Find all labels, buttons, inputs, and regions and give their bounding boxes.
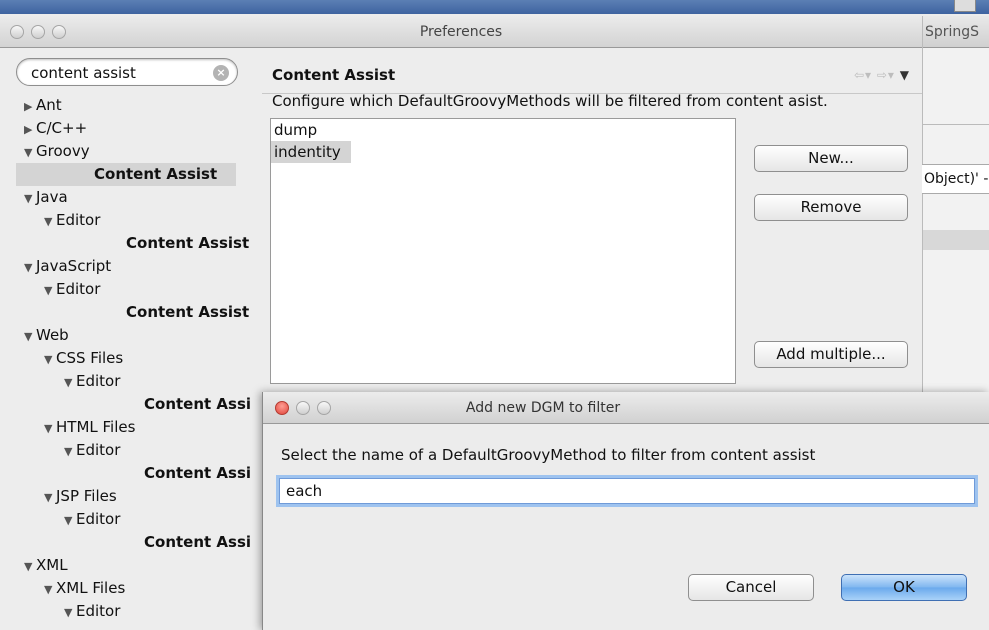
tree-item-label: Content Assist	[126, 234, 250, 252]
tree-item[interactable]: ▼ Editor	[64, 508, 120, 531]
tree-item[interactable]: ▶ C/C++	[24, 117, 87, 140]
view-menu-icon[interactable]: ▼	[900, 68, 910, 82]
tree-item[interactable]: ▼ Editor	[44, 209, 100, 232]
list-item[interactable]: indentity	[271, 141, 351, 163]
menu-extra-icon	[954, 0, 976, 12]
background-divider	[923, 124, 989, 125]
tree-item[interactable]: ▼ Editor	[44, 278, 100, 301]
expanded-arrow-icon[interactable]: ▼	[44, 579, 56, 601]
new-button[interactable]: New...	[754, 145, 908, 172]
clear-search-icon[interactable]: ×	[213, 65, 229, 81]
expanded-arrow-icon[interactable]: ▼	[44, 211, 56, 233]
tree-item-label: Editor	[56, 280, 101, 298]
expanded-arrow-icon[interactable]: ▼	[64, 510, 76, 532]
expanded-arrow-icon[interactable]: ▼	[44, 280, 56, 302]
collapsed-arrow-icon[interactable]: ▶	[24, 96, 36, 118]
tree-item-label: JavaScript	[36, 257, 112, 275]
tree-item[interactable]: ▼ Web	[24, 324, 69, 347]
tree-item-label: JSP Files	[56, 487, 117, 505]
background-text-field: Object)' -	[917, 164, 989, 194]
expanded-arrow-icon[interactable]: ▼	[24, 257, 36, 279]
tree-item[interactable]: ▼ JavaScript	[24, 255, 111, 278]
preferences-titlebar: Preferences	[0, 16, 922, 48]
page-header: Content Assist ⇦▾ ⇨▾ ▼	[262, 56, 922, 94]
tree-item-label: Content Assist	[126, 303, 250, 321]
expanded-arrow-icon[interactable]: ▼	[24, 188, 36, 210]
background-selected-row	[923, 230, 989, 250]
dgm-name-input[interactable]: each	[279, 478, 975, 504]
expanded-arrow-icon[interactable]: ▼	[64, 602, 76, 624]
add-multiple-button[interactable]: Add multiple...	[754, 341, 908, 368]
tree-item-label: XML Files	[56, 579, 126, 597]
filter-text: content assist	[31, 64, 136, 82]
window-title: Preferences	[419, 24, 503, 40]
preferences-tree: ▶ Ant ▶ C/C++ ▼ Groovy Content Assist ▼ Java ▼ Edi…	[0, 94, 250, 630]
tree-item-label: Editor	[76, 372, 121, 390]
back-arrow-icon[interactable]: ⇦▾	[854, 68, 872, 82]
dialog-title: Add new DGM to filter	[465, 400, 621, 416]
tree-item-label: Editor	[56, 211, 101, 229]
tree-item-label: HTML Files	[56, 418, 136, 436]
expanded-arrow-icon[interactable]: ▼	[24, 556, 36, 578]
tree-item-label: XML	[36, 556, 68, 574]
tree-item[interactable]: ▼ XML Files	[44, 577, 125, 600]
page-description: Configure which DefaultGroovyMethods wil…	[272, 92, 828, 110]
dialog-titlebar: Add new DGM to filter	[263, 392, 989, 424]
add-dgm-dialog: Add new DGM to filter Select the name of…	[262, 392, 989, 630]
tree-item[interactable]: ▼ XML	[24, 554, 68, 577]
tree-item[interactable]: Content Assist	[126, 301, 249, 324]
tree-item-label: Ant	[36, 96, 62, 114]
collapsed-arrow-icon[interactable]: ▶	[24, 119, 36, 141]
desktop-top-strip	[0, 0, 989, 14]
expanded-arrow-icon[interactable]: ▼	[24, 326, 36, 348]
expanded-arrow-icon[interactable]: ▼	[64, 372, 76, 394]
tree-item-label: Editor	[76, 441, 121, 459]
expanded-arrow-icon[interactable]: ▼	[24, 142, 36, 164]
page-navigation: ⇦▾ ⇨▾ ▼	[854, 68, 910, 82]
tree-item[interactable]: Content Assist	[16, 163, 236, 186]
forward-arrow-icon[interactable]: ⇨▾	[877, 68, 895, 82]
tree-item-label: Content Assist	[144, 533, 250, 551]
expanded-arrow-icon[interactable]: ▼	[64, 441, 76, 463]
tree-item[interactable]: ▼ HTML Files	[44, 416, 135, 439]
ok-button[interactable]: OK	[841, 574, 967, 601]
tree-item-label: Content Assist	[144, 464, 250, 482]
tree-item[interactable]: Content Assist	[144, 531, 250, 554]
tree-item[interactable]: Content Assist	[144, 393, 250, 416]
tree-item[interactable]: Content Assist	[144, 462, 250, 485]
tree-item[interactable]: ▼ Editor	[64, 439, 120, 462]
tree-item[interactable]: Content Assist	[126, 232, 249, 255]
tree-item-label: CSS Files	[56, 349, 124, 367]
tree-item-label: Groovy	[36, 142, 90, 160]
list-item[interactable]: dump	[271, 119, 735, 141]
tree-item[interactable]: ▼ JSP Files	[44, 485, 117, 508]
background-window-title: SpringS	[923, 16, 989, 48]
tree-item-label: Web	[36, 326, 69, 344]
tree-item[interactable]: ▶ Ant	[24, 94, 62, 117]
tree-item[interactable]: ▼ Groovy	[24, 140, 90, 163]
tree-item-label: Java	[36, 188, 68, 206]
expanded-arrow-icon[interactable]: ▼	[44, 349, 56, 371]
tree-item-label: Editor	[76, 602, 121, 620]
tree-item[interactable]: ▼ Editor	[64, 370, 120, 393]
remove-button[interactable]: Remove	[754, 194, 908, 221]
dgm-filter-list[interactable]: dump indentity	[270, 118, 736, 384]
preferences-filter-input[interactable]: content assist ×	[16, 58, 238, 86]
tree-item[interactable]: ▼ Editor	[64, 600, 120, 623]
dialog-prompt: Select the name of a DefaultGroovyMethod…	[281, 446, 816, 464]
tree-item[interactable]: ▼ Java	[24, 186, 68, 209]
tree-item-label: C/C++	[36, 119, 88, 137]
expanded-arrow-icon[interactable]: ▼	[44, 418, 56, 440]
tree-item-label: Content Assist	[144, 395, 250, 413]
tree-item[interactable]: ▼ CSS Files	[44, 347, 123, 370]
cancel-button[interactable]: Cancel	[688, 574, 814, 601]
tree-item-label: Editor	[76, 510, 121, 528]
expanded-arrow-icon[interactable]: ▼	[44, 487, 56, 509]
page-title: Content Assist	[272, 66, 396, 84]
tree-item-label: Content Assist	[94, 165, 218, 183]
